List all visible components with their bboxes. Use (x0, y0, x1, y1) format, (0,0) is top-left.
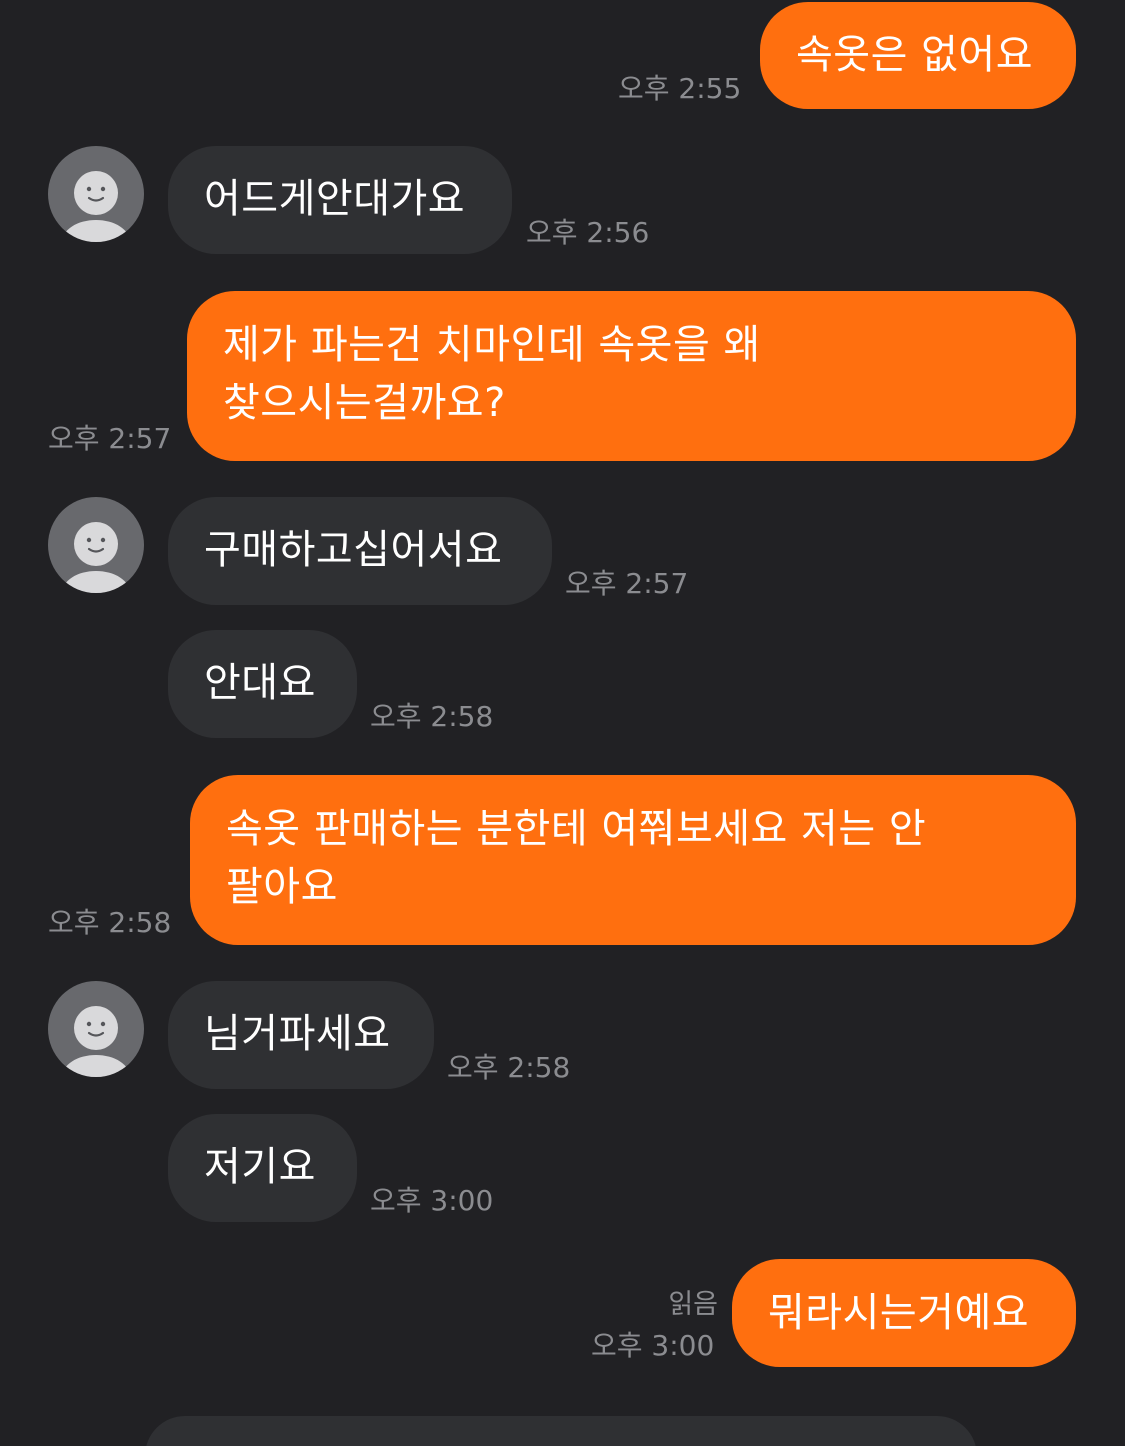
default-profile-smiley-icon (62, 1006, 130, 1077)
user-avatar[interactable] (48, 146, 144, 242)
chat-thread: 오후 2:55 속옷은 없어요 어드게안대가요 오후 2:56 오후 2:57 … (0, 0, 1125, 1446)
message-timestamp: 오후 2:56 (526, 216, 650, 249)
my-message-bubble[interactable]: 속옷 판매하는 분한테 여쭤보세요 저는 안 팔아요 (190, 775, 1076, 945)
user-avatar[interactable] (48, 497, 144, 593)
default-profile-smiley-icon (62, 171, 130, 242)
my-message-bubble[interactable]: 속옷은 없어요 (760, 2, 1076, 109)
read-receipt: 읽음 (668, 1289, 718, 1320)
message-timestamp: 오후 3:00 (370, 1184, 494, 1217)
message-timestamp: 오후 2:58 (370, 700, 494, 733)
message-timestamp: 오후 2:58 (48, 906, 172, 939)
their-message-bubble[interactable]: 안대요 (168, 630, 357, 738)
their-message-bubble[interactable]: 저기요 (168, 1114, 357, 1222)
message-timestamp: 오후 2:58 (447, 1051, 571, 1084)
default-profile-smiley-icon (62, 522, 130, 593)
message-timestamp: 오후 2:57 (565, 567, 689, 600)
message-timestamp: 오후 3:00 (591, 1329, 715, 1362)
message-timestamp: 오후 2:57 (48, 422, 172, 455)
user-avatar[interactable] (48, 981, 144, 1077)
my-message-bubble[interactable]: 제가 파는건 치마인데 속옷을 왜 찾으시는걸까요? (187, 291, 1076, 461)
their-message-bubble[interactable]: 어드게안대가요 (168, 146, 512, 254)
message-input-bar[interactable] (145, 1416, 977, 1446)
my-message-bubble[interactable]: 뭐라시는거예요 (732, 1259, 1076, 1367)
their-message-bubble[interactable]: 님거파세요 (168, 981, 434, 1089)
message-timestamp: 오후 2:55 (618, 72, 742, 105)
their-message-bubble[interactable]: 구매하고십어서요 (168, 497, 552, 605)
